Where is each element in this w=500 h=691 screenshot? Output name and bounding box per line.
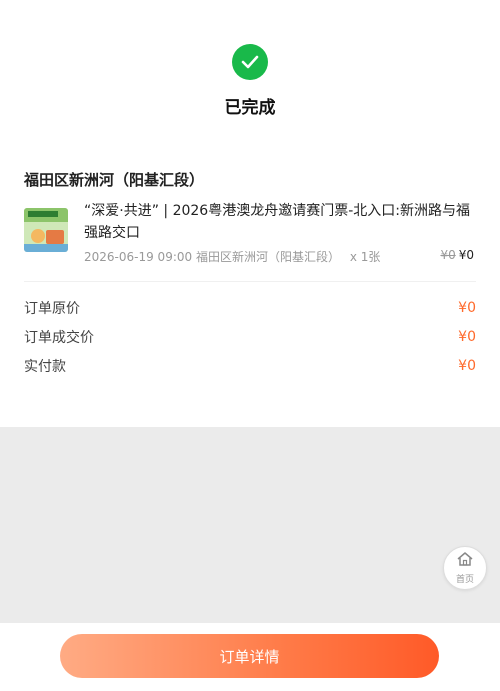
item-title: “深爱·共进” | 2026粤港澳龙舟邀请赛门票-北入口:新洲路与福强路交口 [84, 203, 470, 241]
bottom-bar: 订单详情 [0, 623, 500, 691]
ticket-thumbnail [24, 208, 68, 252]
item-quantity: x 1张 [349, 250, 381, 264]
summary-value: ¥0 [458, 358, 476, 374]
summary-value: ¥0 [458, 329, 476, 345]
status-section: 已完成 [0, 44, 500, 118]
summary-label: 订单原价 [24, 301, 80, 317]
status-text: 已完成 [224, 98, 276, 118]
summary-row-deal: 订单成交价 ¥0 [24, 327, 476, 347]
summary-row-paid: 实付款 ¥0 [24, 356, 476, 376]
item-datetime: 2026-06-19 09:00 [84, 250, 193, 264]
venue-title: 福田区新洲河（阳基汇段） [24, 171, 205, 189]
check-icon [232, 44, 268, 80]
item-meta: 2026-06-19 09:00 福田区新洲河（阳基汇段） x 1张 [84, 248, 380, 265]
summary-row-original: 订单原价 ¥0 [24, 298, 476, 318]
item-location: 福田区新洲河（阳基汇段） [195, 250, 340, 264]
item-price: ¥0 ¥0 [440, 248, 474, 262]
order-detail-button[interactable]: 订单详情 [60, 634, 439, 678]
item-original-price: ¥0 [440, 248, 456, 262]
home-button[interactable]: 首页 [443, 546, 487, 590]
item-current-price: ¥0 [458, 248, 474, 262]
summary-value: ¥0 [458, 300, 476, 316]
home-label: 首页 [455, 575, 474, 585]
summary-label: 订单成交价 [24, 330, 94, 346]
summary-label: 实付款 [24, 359, 66, 375]
divider [24, 281, 476, 282]
order-card: 已完成 福田区新洲河（阳基汇段） “深爱·共进” | 2026粤港澳龙舟邀请赛门… [0, 0, 500, 427]
home-icon [456, 551, 474, 571]
